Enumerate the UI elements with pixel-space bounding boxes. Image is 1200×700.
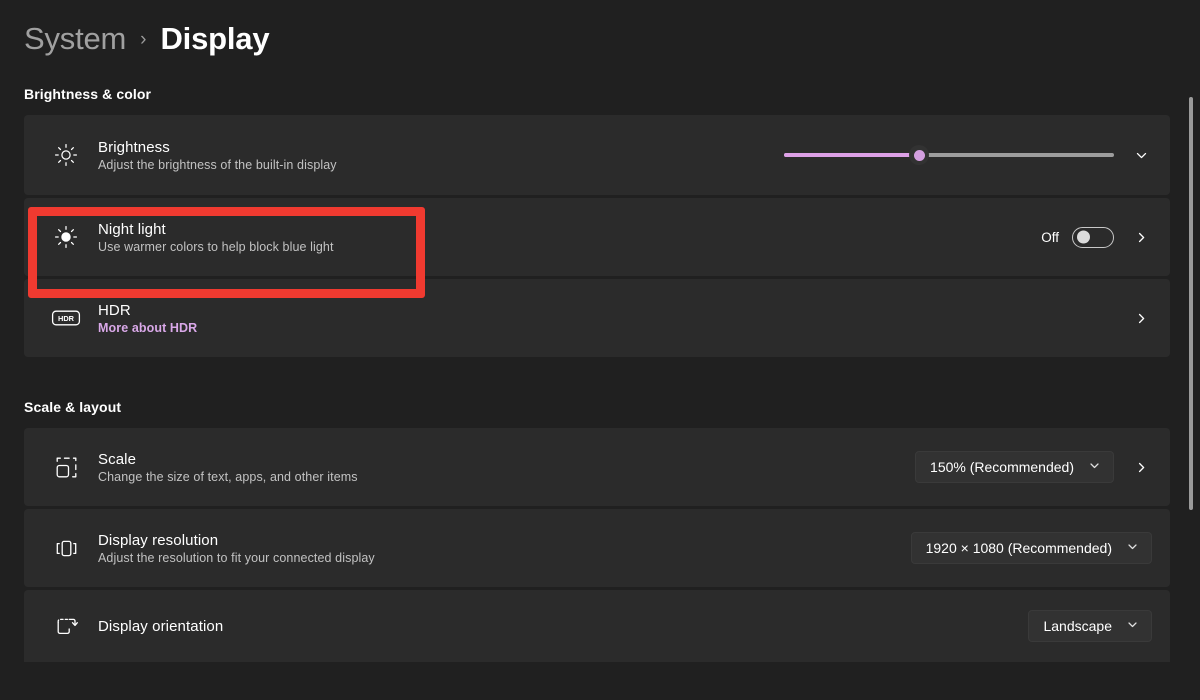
display-orientation-controls: Landscape [1028, 610, 1152, 642]
display-orientation-title: Display orientation [98, 618, 1028, 635]
display-resolution-title: Display resolution [98, 532, 911, 549]
display-settings-page: System › Display Brightness & color [0, 0, 1200, 700]
breadcrumb-parent-system[interactable]: System [24, 21, 126, 57]
chevron-down-icon [1126, 540, 1139, 556]
brightness-color-card-group: Brightness Adjust the brightness of the … [24, 115, 1170, 357]
display-resolution-dropdown[interactable]: 1920 × 1080 (Recommended) [911, 532, 1152, 564]
hdr-badge-icon: HDR [44, 307, 88, 329]
chevron-right-icon[interactable] [1130, 307, 1152, 329]
night-light-sun-icon [44, 224, 88, 250]
chevron-right-icon[interactable] [1130, 226, 1152, 248]
brightness-title: Brightness [98, 139, 784, 156]
chevron-down-icon[interactable] [1130, 144, 1152, 166]
setting-row-night-light[interactable]: Night light Use warmer colors to help bl… [24, 198, 1170, 276]
brightness-slider[interactable] [784, 144, 1114, 166]
chevron-down-icon [1126, 618, 1139, 634]
setting-row-scale[interactable]: Scale Change the size of text, apps, and… [24, 428, 1170, 506]
display-resolution-icon [44, 535, 88, 562]
scale-dropdown-value: 150% (Recommended) [930, 459, 1074, 475]
setting-row-display-orientation[interactable]: Display orientation Landscape [24, 590, 1170, 662]
night-light-title: Night light [98, 221, 1041, 238]
scale-layout-card-group: Scale Change the size of text, apps, and… [24, 428, 1170, 662]
scale-text-block: Scale Change the size of text, apps, and… [98, 451, 915, 484]
brightness-subtitle: Adjust the brightness of the built-in di… [98, 158, 784, 172]
night-light-toggle-state-label: Off [1041, 230, 1059, 245]
page-scrollbar-thumb[interactable] [1189, 97, 1193, 510]
hdr-text-block: HDR More about HDR [98, 302, 1130, 335]
hdr-controls [1130, 307, 1152, 329]
scale-title: Scale [98, 451, 915, 468]
section-heading-brightness-color: Brightness & color [24, 86, 1200, 102]
brightness-slider-thumb[interactable] [909, 145, 929, 165]
brightness-sun-icon [44, 142, 88, 168]
section-heading-scale-layout: Scale & layout [24, 399, 1200, 415]
breadcrumb-separator-icon: › [140, 30, 146, 49]
night-light-subtitle: Use warmer colors to help block blue lig… [98, 240, 1041, 254]
display-resolution-controls: 1920 × 1080 (Recommended) [911, 532, 1152, 564]
setting-row-hdr[interactable]: HDR HDR More about HDR [24, 279, 1170, 357]
scale-controls: 150% (Recommended) [915, 451, 1152, 483]
display-orientation-icon [44, 613, 88, 640]
display-resolution-subtitle: Adjust the resolution to fit your connec… [98, 551, 911, 565]
chevron-right-icon[interactable] [1130, 456, 1152, 478]
breadcrumb: System › Display [24, 0, 1200, 58]
night-light-text-block: Night light Use warmer colors to help bl… [98, 221, 1041, 254]
hdr-title: HDR [98, 302, 1130, 319]
night-light-toggle[interactable] [1072, 227, 1114, 248]
page-title: Display [160, 21, 269, 57]
display-orientation-dropdown-value: Landscape [1043, 618, 1112, 634]
scale-subtitle: Change the size of text, apps, and other… [98, 470, 915, 484]
display-resolution-dropdown-value: 1920 × 1080 (Recommended) [926, 540, 1112, 556]
display-orientation-dropdown[interactable]: Landscape [1028, 610, 1152, 642]
display-resolution-text-block: Display resolution Adjust the resolution… [98, 532, 911, 565]
brightness-slider-fill [784, 153, 919, 157]
svg-text:HDR: HDR [58, 314, 75, 323]
hdr-more-about-link[interactable]: More about HDR [98, 321, 1130, 335]
night-light-toggle-knob [1077, 231, 1090, 244]
scale-resize-icon [44, 454, 88, 481]
page-scrollbar[interactable] [1185, 60, 1197, 700]
scale-dropdown[interactable]: 150% (Recommended) [915, 451, 1114, 483]
night-light-controls: Off [1041, 226, 1152, 248]
display-orientation-text-block: Display orientation [98, 618, 1028, 635]
section-spacer [24, 357, 1200, 399]
chevron-down-icon [1088, 459, 1101, 475]
setting-row-brightness[interactable]: Brightness Adjust the brightness of the … [24, 115, 1170, 195]
night-light-toggle-wrap: Off [1041, 227, 1114, 248]
setting-row-display-resolution[interactable]: Display resolution Adjust the resolution… [24, 509, 1170, 587]
brightness-text-block: Brightness Adjust the brightness of the … [98, 139, 784, 172]
brightness-controls [784, 144, 1152, 166]
